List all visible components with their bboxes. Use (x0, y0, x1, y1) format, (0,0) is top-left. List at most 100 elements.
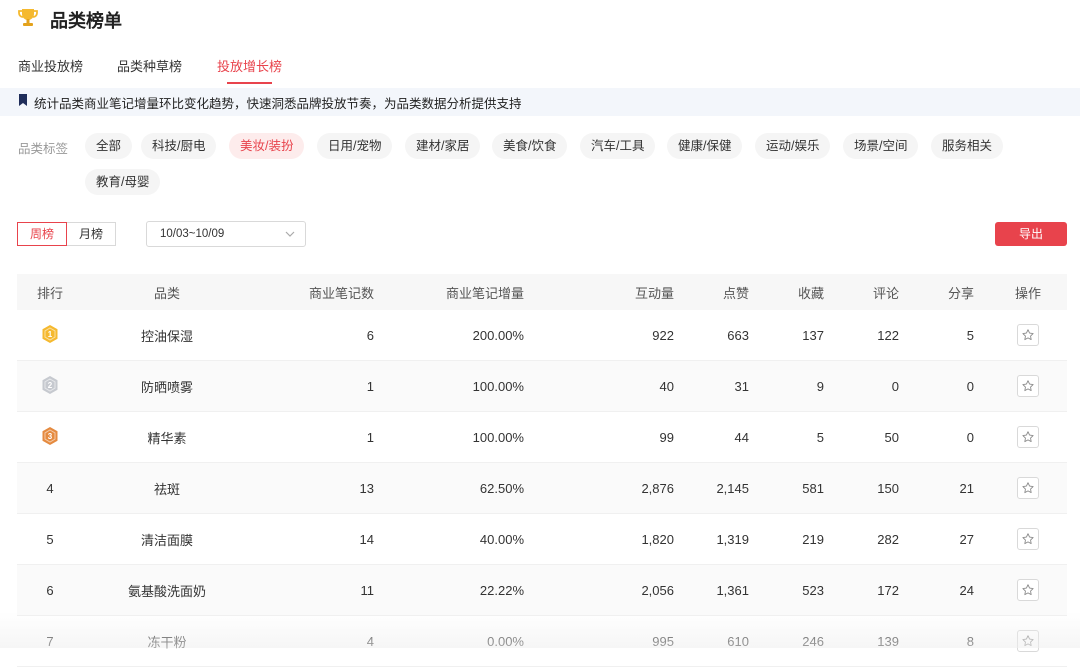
info-banner-text: 统计品类商业笔记增量环比变化趋势，快速洞悉品牌投放节奏，为品类数据分析提供支持 (34, 96, 522, 111)
favorite-button[interactable] (1017, 477, 1039, 499)
favorites-cell: 9 (816, 378, 824, 394)
star-icon (1022, 329, 1034, 341)
category-tag-label: 品类标签 (18, 142, 69, 156)
star-icon (1022, 584, 1034, 596)
tag-daily-pets[interactable]: 日用/宠物 (317, 133, 393, 159)
increase-cell: 200.00% (472, 327, 524, 343)
export-button[interactable]: 导出 (995, 222, 1067, 246)
tag-sports[interactable]: 运动/娱乐 (755, 133, 831, 159)
increase-cell: 62.50% (479, 480, 524, 496)
favorites-cell: 219 (802, 531, 824, 547)
likes-cell: 663 (727, 327, 749, 343)
tag-scene-space[interactable]: 场景/空间 (843, 133, 919, 159)
shares-cell: 27 (959, 531, 974, 547)
tag-tech-kitchen[interactable]: 科技/厨电 (141, 133, 217, 159)
likes-cell: 44 (734, 429, 749, 445)
table-row: 4 祛斑 13 62.50% 2,876 2,145 581 150 21 (17, 463, 1067, 514)
likes-cell: 1,361 (716, 582, 749, 598)
likes-cell: 1,319 (716, 531, 749, 547)
rank-cell: 7 (46, 633, 54, 649)
actions-cell (1007, 310, 1049, 360)
favorites-cell: 5 (816, 429, 824, 445)
favorite-button[interactable] (1017, 375, 1039, 397)
table-row: 3 精华素 1 100.00% 99 44 5 50 0 (17, 412, 1067, 463)
table-header: 排行 品类 商业笔记数 商业笔记增量 互动量 点赞 收藏 评论 分享 操作 (17, 274, 1067, 310)
rank-medal-cell: 3 (17, 412, 83, 462)
svg-text:3: 3 (48, 432, 53, 441)
favorite-button[interactable] (1017, 630, 1039, 652)
favorite-button[interactable] (1017, 324, 1039, 346)
col-shares: 分享 (947, 285, 974, 301)
increase-cell: 40.00% (479, 531, 524, 547)
likes-cell: 2,145 (716, 480, 749, 496)
category-cell: 冻干粉 (147, 634, 187, 650)
tag-health[interactable]: 健康/保健 (667, 133, 743, 159)
category-cell: 氨基酸洗面奶 (127, 583, 206, 599)
comments-cell: 150 (877, 480, 899, 496)
rank-cell: 4 (46, 480, 54, 496)
col-comments: 评论 (872, 285, 899, 301)
rank-cell: 6 (46, 582, 54, 598)
col-actions: 操作 (1014, 285, 1041, 301)
category-cell: 防晒喷雾 (140, 379, 193, 395)
star-icon (1022, 635, 1034, 647)
comments-cell: 50 (884, 429, 899, 445)
tag-food[interactable]: 美食/饮食 (492, 133, 568, 159)
favorites-cell: 523 (802, 582, 824, 598)
col-category: 品类 (153, 285, 180, 301)
svg-text:2: 2 (48, 381, 53, 390)
monthly-button[interactable]: 月榜 (67, 222, 116, 246)
favorites-cell: 246 (802, 633, 824, 649)
page-title: 品类榜单 (50, 11, 122, 31)
interactions-cell: 2,876 (641, 480, 674, 496)
tag-services[interactable]: 服务相关 (931, 133, 1004, 159)
increase-cell: 0.00% (487, 633, 524, 649)
tab-commercial-placement[interactable]: 商业投放榜 (18, 54, 83, 86)
actions-cell (1007, 616, 1049, 666)
tab-placement-growth[interactable]: 投放增长榜 (217, 54, 282, 86)
tag-education-baby[interactable]: 教育/母婴 (85, 169, 161, 195)
date-range-select[interactable]: 10/03~10/09 (146, 221, 306, 247)
category-cell: 祛斑 (153, 481, 180, 497)
comments-cell: 139 (877, 633, 899, 649)
period-switch: 周榜 月榜 (17, 222, 116, 246)
table-row: 7 冻干粉 4 0.00% 995 610 246 139 8 (17, 616, 1067, 667)
interactions-cell: 922 (652, 327, 674, 343)
table-row: 1 控油保湿 6 200.00% 922 663 137 122 5 (17, 310, 1067, 361)
col-likes: 点赞 (722, 285, 749, 301)
interactions-cell: 995 (652, 633, 674, 649)
svg-text:1: 1 (48, 330, 53, 339)
star-icon (1022, 431, 1034, 443)
tag-auto-tools[interactable]: 汽车/工具 (580, 133, 656, 159)
interactions-cell: 1,820 (641, 531, 674, 547)
page-header: 品类榜单 (16, 6, 122, 34)
weekly-button[interactable]: 周榜 (17, 222, 67, 246)
actions-cell (1007, 463, 1049, 513)
increase-cell: 22.22% (479, 582, 524, 598)
rank-cell: 5 (46, 531, 54, 547)
col-notes: 商业笔记数 (308, 285, 374, 301)
tag-beauty[interactable]: 美妆/装扮 (229, 133, 305, 159)
rank-medal-cell: 2 (17, 361, 83, 411)
comments-cell: 0 (891, 378, 899, 394)
bronze-medal-icon: 3 (40, 426, 60, 449)
ranking-table: 排行 品类 商业笔记数 商业笔记增量 互动量 点赞 收藏 评论 分享 操作 1 控… (17, 274, 1067, 667)
table-body: 1 控油保湿 6 200.00% 922 663 137 122 5 2 防晒喷雾 1 100.00% 4… (17, 310, 1067, 667)
tab-category-seeding[interactable]: 品类种草榜 (117, 54, 182, 86)
favorite-button[interactable] (1017, 528, 1039, 550)
favorite-button[interactable] (1017, 426, 1039, 448)
shares-cell: 0 (966, 378, 974, 394)
tag-all[interactable]: 全部 (85, 133, 133, 159)
chevron-down-icon (285, 231, 295, 237)
date-range-value: 10/03~10/09 (160, 228, 225, 240)
col-favorites: 收藏 (797, 285, 824, 301)
notes-cell: 11 (360, 582, 375, 598)
table-row: 2 防晒喷雾 1 100.00% 40 31 9 0 0 (17, 361, 1067, 412)
favorites-cell: 137 (802, 327, 824, 343)
col-increase: 商业笔记增量 (445, 285, 524, 301)
notes-cell: 4 (366, 633, 374, 649)
comments-cell: 122 (877, 327, 899, 343)
favorite-button[interactable] (1017, 579, 1039, 601)
tag-building-home[interactable]: 建材/家居 (405, 133, 481, 159)
shares-cell: 24 (959, 582, 974, 598)
